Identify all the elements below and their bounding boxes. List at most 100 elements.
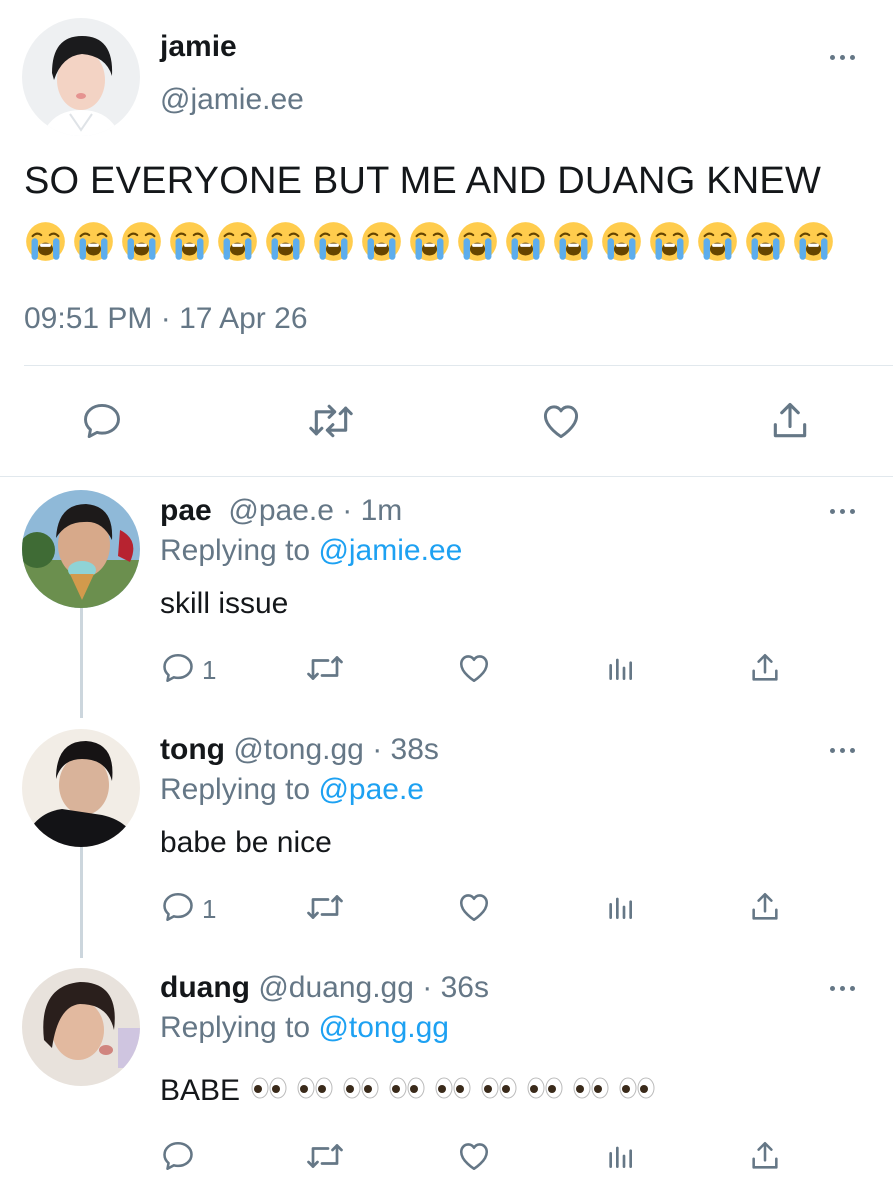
replying-label: Replying to [160,534,319,567]
author-name[interactable]: pae [160,494,212,527]
loudly-crying-face-icon [600,220,643,263]
author-handle[interactable]: @pae.e [228,494,334,527]
reply-count: 1 [202,655,217,685]
avatar-duang[interactable] [22,968,140,1086]
reply-icon [160,650,196,691]
replying-to-link[interactable]: @tong.gg [318,1011,449,1044]
author-name[interactable]: duang [160,971,250,1004]
analytics-button[interactable] [604,1138,636,1179]
analytics-icon [604,1138,636,1179]
reply-icon [160,1138,196,1179]
loudly-crying-face-icon [648,220,691,263]
retweet-button[interactable] [304,889,346,930]
loudly-crying-face-icon [168,220,211,263]
loudly-crying-face-icon [456,220,499,263]
eyes-icon [572,1074,610,1108]
eyes-icon [434,1074,472,1108]
like-button[interactable] [455,650,493,691]
share-icon [748,889,782,930]
reply-time[interactable]: · 1m [342,494,402,527]
replying-to-link[interactable]: @jamie.ee [318,534,462,567]
replying-label: Replying to [160,1011,319,1044]
reply-text: BABE [160,1074,241,1107]
analytics-button[interactable] [604,889,636,930]
reply-count: 1 [202,894,217,924]
share-button[interactable] [768,399,812,443]
share-button[interactable] [748,650,782,691]
analytics-button[interactable] [604,650,636,691]
replying-to: Replying to @tong.gg [160,1011,449,1045]
like-button[interactable] [455,889,493,930]
loudly-crying-face-icon [360,220,403,263]
loudly-crying-face-icon [24,220,67,263]
author-name[interactable]: tong [160,733,225,766]
like-button[interactable] [455,1138,493,1179]
avatar-pae[interactable] [22,490,140,608]
loudly-crying-emoji-row [24,220,835,263]
retweet-button[interactable] [304,650,346,691]
replying-to: Replying to @jamie.ee [160,534,462,568]
share-button[interactable] [748,889,782,930]
loudly-crying-face-icon [312,220,355,263]
reply-button[interactable] [160,1138,202,1179]
avatar-tong[interactable] [22,729,140,847]
eyes-icon [480,1074,518,1108]
tweet-timestamp[interactable]: 09:51 PM · 17 Apr 26 [24,302,308,336]
reply-button[interactable]: 1 [160,650,216,691]
reply-text: skill issue [160,587,289,620]
replying-to-link[interactable]: @pae.e [318,773,424,806]
retweet-icon [304,889,346,930]
eyes-icon [250,1074,288,1108]
retweet-button[interactable] [304,1138,346,1179]
divider [24,365,893,366]
author-handle[interactable]: @jamie.ee [160,83,304,117]
analytics-icon [604,889,636,930]
like-icon [455,889,493,930]
eyes-emoji-row [250,1074,656,1108]
like-icon [455,650,493,691]
more-icon[interactable] [830,52,860,62]
thread-line [80,606,83,718]
retweet-icon [304,1138,346,1179]
share-icon [748,650,782,691]
loudly-crying-face-icon [216,220,259,263]
author-handle[interactable]: @duang.gg [258,971,414,1004]
reply-header: duang @duang.gg · 36s [160,971,489,1005]
eyes-icon [388,1074,426,1108]
loudly-crying-face-icon [696,220,739,263]
thread-line [80,846,83,958]
eyes-icon [296,1074,334,1108]
loudly-crying-face-icon [264,220,307,263]
reply-button[interactable] [80,399,124,443]
loudly-crying-face-icon [504,220,547,263]
more-icon[interactable] [830,983,860,993]
loudly-crying-face-icon [792,220,835,263]
reply-text-row: BABE [160,1074,656,1108]
replying-to: Replying to @pae.e [160,773,424,807]
author-name[interactable]: jamie [160,30,237,64]
reply-time[interactable]: · 38s [372,733,439,766]
share-icon [773,402,807,438]
author-handle[interactable]: @tong.gg [233,733,364,766]
avatar-jamie[interactable] [22,18,140,136]
tweet-text: SO EVERYONE BUT ME AND DUANG KNEW [24,160,822,202]
share-button[interactable] [748,1138,782,1179]
reply-button[interactable]: 1 [160,889,216,930]
like-icon [543,405,579,439]
loudly-crying-face-icon [744,220,787,263]
like-button[interactable] [537,399,585,443]
analytics-icon [604,650,636,691]
reply-text: babe be nice [160,826,332,859]
more-icon[interactable] [830,745,860,755]
reply-icon [84,403,120,439]
eyes-icon [618,1074,656,1108]
like-icon [455,1138,493,1179]
reply-time[interactable]: · 36s [422,971,489,1004]
eyes-icon [526,1074,564,1108]
reply-header: tong @tong.gg · 38s [160,733,439,767]
retweet-icon [309,404,353,438]
loudly-crying-face-icon [72,220,115,263]
reply-icon [160,889,196,930]
retweet-button[interactable] [306,399,356,443]
more-icon[interactable] [830,506,860,516]
